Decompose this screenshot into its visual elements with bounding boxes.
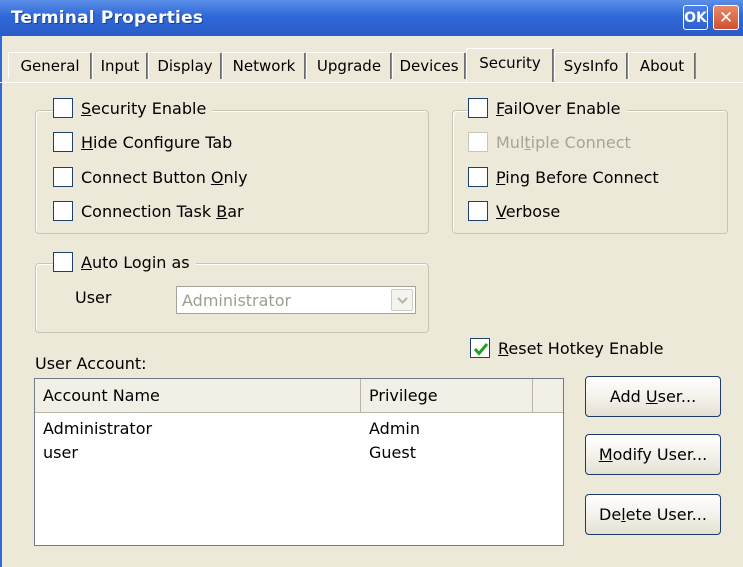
security-enable-checkbox[interactable]: Security Enable xyxy=(53,98,213,118)
auto-login-label: Auto Login as xyxy=(81,252,190,272)
cell-account-name: user xyxy=(43,443,78,462)
hide-configure-tab-label: Hide Configure Tab xyxy=(81,132,233,152)
close-icon[interactable]: ✕ xyxy=(713,5,739,30)
user-combobox-value: Administrator xyxy=(182,291,292,310)
cell-privilege: Admin xyxy=(369,419,420,438)
column-privilege[interactable]: Privilege xyxy=(361,379,533,413)
checkbox-box xyxy=(468,201,488,221)
checkbox-box xyxy=(468,132,488,152)
multiple-connect-label: Multiple Connect xyxy=(496,132,631,152)
title-bar: Terminal Properties OK ✕ xyxy=(0,0,743,36)
security-enable-label: Security Enable xyxy=(81,98,207,118)
window-border xyxy=(0,36,2,567)
verbose-checkbox[interactable]: Verbose xyxy=(468,201,567,221)
modify-user-button[interactable]: Modify User... xyxy=(585,434,721,475)
cell-privilege: Guest xyxy=(369,443,416,462)
chevron-down-icon[interactable] xyxy=(391,289,413,311)
hide-configure-tab-checkbox[interactable]: Hide Configure Tab xyxy=(53,132,239,152)
checkbox-box xyxy=(468,167,488,187)
tab-strip: General Input Display Network Upgrade De… xyxy=(0,36,743,84)
checkbox-box xyxy=(53,98,73,118)
reset-hotkey-checkbox[interactable]: Reset Hotkey Enable xyxy=(470,338,670,358)
failover-enable-label: FailOver Enable xyxy=(496,98,621,118)
checkmark-icon xyxy=(473,343,489,356)
tab-sysinfo[interactable]: SysInfo xyxy=(554,52,628,79)
tab-about[interactable]: About xyxy=(628,52,696,79)
checkbox-box xyxy=(470,338,490,358)
tab-upgrade[interactable]: Upgrade xyxy=(306,52,392,79)
user-account-list[interactable]: Account Name Privilege Administrator Adm… xyxy=(34,378,564,546)
user-combobox[interactable]: Administrator xyxy=(176,286,416,314)
reset-hotkey-label: Reset Hotkey Enable xyxy=(498,338,664,358)
auto-login-checkbox[interactable]: Auto Login as xyxy=(53,252,196,272)
tab-security[interactable]: Security xyxy=(466,48,554,82)
tab-devices[interactable]: Devices xyxy=(392,52,466,79)
ping-before-connect-checkbox[interactable]: Ping Before Connect xyxy=(468,167,665,187)
user-label: User xyxy=(75,288,112,307)
add-user-button[interactable]: Add User... xyxy=(585,376,721,417)
connect-button-only-label: Connect Button Only xyxy=(81,167,248,187)
connection-task-bar-label: Connection Task Bar xyxy=(81,201,244,221)
checkbox-box xyxy=(53,167,73,187)
tab-divider xyxy=(0,82,743,83)
window-title: Terminal Properties xyxy=(11,8,204,28)
list-header: Account Name Privilege xyxy=(35,379,563,413)
checkbox-box xyxy=(53,201,73,221)
ok-button[interactable]: OK xyxy=(683,5,708,30)
multiple-connect-checkbox[interactable]: Multiple Connect xyxy=(468,132,637,152)
tab-general[interactable]: General xyxy=(8,52,92,79)
connect-button-only-checkbox[interactable]: Connect Button Only xyxy=(53,167,254,187)
checkbox-box xyxy=(53,132,73,152)
cell-account-name: Administrator xyxy=(43,419,153,438)
ping-before-connect-label: Ping Before Connect xyxy=(496,167,659,187)
tab-display[interactable]: Display xyxy=(148,52,222,79)
tab-input[interactable]: Input xyxy=(92,52,148,79)
checkbox-box xyxy=(468,98,488,118)
delete-user-button[interactable]: Delete User... xyxy=(585,494,721,535)
column-account-name[interactable]: Account Name xyxy=(35,379,361,413)
tab-network[interactable]: Network xyxy=(222,52,306,79)
user-account-label: User Account: xyxy=(35,354,147,373)
checkbox-box xyxy=(53,252,73,272)
connection-task-bar-checkbox[interactable]: Connection Task Bar xyxy=(53,201,250,221)
verbose-label: Verbose xyxy=(496,201,561,221)
failover-enable-checkbox[interactable]: FailOver Enable xyxy=(468,98,627,118)
